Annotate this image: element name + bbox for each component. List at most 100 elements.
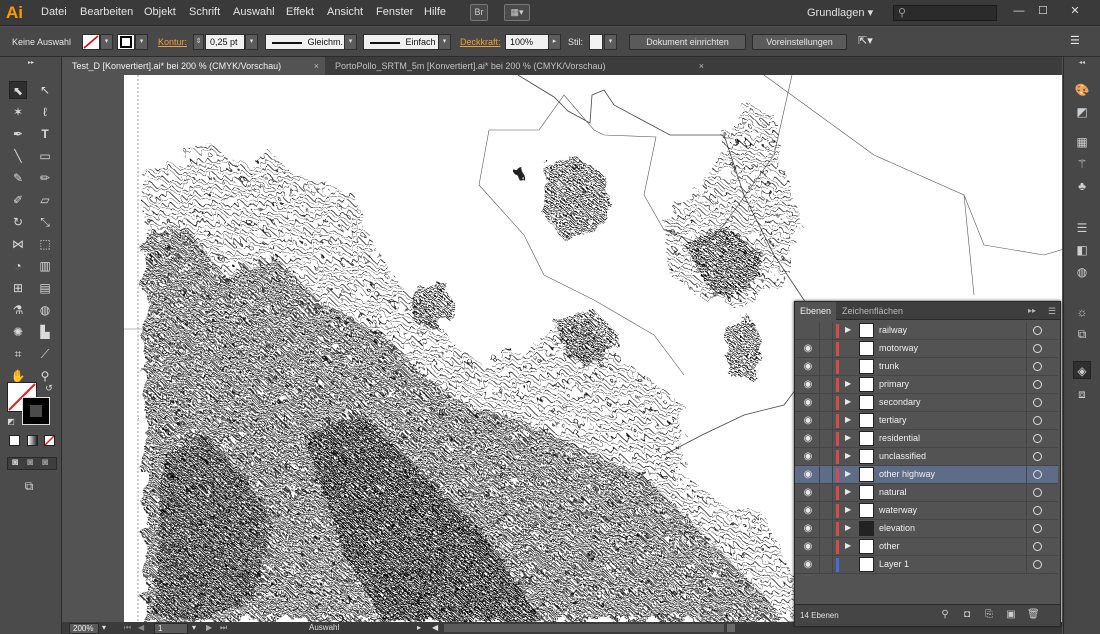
menu-fenster[interactable]: Fenster	[376, 6, 413, 18]
layer-row[interactable]: ◉ ▶ primary	[795, 376, 1058, 394]
swap-colors-icon[interactable]: ↺	[40, 379, 58, 397]
draw-behind-icon[interactable]: ◙	[27, 457, 33, 468]
rectangle-tool-icon[interactable]: ▭	[36, 147, 54, 165]
disclosure-triangle-icon[interactable]: ▶	[845, 379, 851, 388]
lock-toggle[interactable]	[819, 376, 833, 393]
lock-toggle[interactable]	[819, 556, 833, 573]
free-transform-tool-icon[interactable]: ⬚	[36, 235, 54, 253]
disclosure-triangle-icon[interactable]: ▶	[845, 523, 851, 532]
layer-row[interactable]: ▶ railway	[795, 322, 1058, 340]
target-circle-icon[interactable]	[1033, 488, 1042, 497]
scroll-left-icon[interactable]: ◀	[432, 623, 438, 632]
artboards-panel-icon[interactable]: ⧈	[1073, 385, 1091, 403]
opacity-label[interactable]: Deckkraft:	[460, 37, 501, 47]
stroke-panel-icon[interactable]: ☰	[1073, 219, 1091, 237]
lock-toggle[interactable]	[819, 538, 833, 555]
target-circle-icon[interactable]	[1033, 398, 1042, 407]
transparency-panel-icon[interactable]: ◍	[1073, 263, 1091, 281]
first-artboard-icon[interactable]: ⏮	[124, 623, 131, 633]
eye-icon[interactable]: ◉	[802, 451, 814, 463]
disclosure-triangle-icon[interactable]: ▶	[845, 487, 851, 496]
stroke-dropdown[interactable]: ▾	[135, 34, 148, 50]
close-tab-icon[interactable]: ×	[699, 57, 704, 75]
eye-icon[interactable]: ◉	[802, 343, 814, 355]
target-circle-icon[interactable]	[1033, 362, 1042, 371]
menu-bearbeiten[interactable]: Bearbeiten	[80, 6, 133, 18]
width-tool-icon[interactable]: ⋈	[9, 235, 27, 253]
last-artboard-icon[interactable]: ⏭	[220, 623, 227, 633]
bridge-button[interactable]: Br	[470, 4, 488, 21]
layer-row[interactable]: ◉ Layer 1	[795, 556, 1058, 574]
lasso-tool-icon[interactable]: ℓ	[36, 103, 54, 121]
eyedropper-tool-icon[interactable]: ⚗	[9, 301, 27, 319]
artboard-tool-icon[interactable]: ⌗	[9, 345, 27, 363]
zoom-field[interactable]: 200%	[69, 623, 99, 634]
artboard-number-field[interactable]: 1	[154, 623, 188, 634]
delete-layer-icon[interactable]: 🗑	[1027, 609, 1040, 621]
layer-name[interactable]: railway	[879, 325, 907, 335]
column-graph-tool-icon[interactable]: ▙	[36, 323, 54, 341]
lock-toggle[interactable]	[819, 502, 833, 519]
layer-row[interactable]: ◉ ▶ other highway	[795, 466, 1058, 484]
close-button[interactable]: ✕	[1068, 4, 1082, 18]
layer-name[interactable]: Layer 1	[879, 559, 909, 569]
stroke-stepper[interactable]: ⇕	[193, 34, 204, 50]
document-setup-button[interactable]: Dokument einrichten	[629, 34, 746, 50]
maximize-button[interactable]: ☐	[1036, 4, 1050, 18]
target-circle-icon[interactable]	[1033, 506, 1042, 515]
disclosure-triangle-icon[interactable]: ▶	[845, 397, 851, 406]
dock-grip-icon[interactable]: ◂◂	[1073, 59, 1091, 67]
none-mode-icon[interactable]	[44, 435, 55, 446]
tab-portopollo[interactable]: PortoPollo_SRTM_5m [Konvertiert].ai* bei…	[325, 57, 710, 75]
magic-wand-tool-icon[interactable]: ✶	[9, 103, 27, 121]
menu-auswahl[interactable]: Auswahl	[233, 6, 275, 18]
lock-toggle[interactable]	[819, 358, 833, 375]
disclosure-triangle-icon[interactable]: ▶	[845, 541, 851, 550]
layer-row[interactable]: ◉ ▶ unclassified	[795, 448, 1058, 466]
layer-name[interactable]: other highway	[879, 469, 935, 479]
layer-name[interactable]: residential	[879, 433, 920, 443]
disclosure-triangle-icon[interactable]: ▶	[845, 415, 851, 424]
menu-objekt[interactable]: Objekt	[144, 6, 176, 18]
status-mode[interactable]: Auswahl	[309, 623, 339, 632]
screen-mode-icon[interactable]: ⧉	[20, 477, 38, 495]
gradient-mode-icon[interactable]	[27, 435, 38, 446]
layer-row[interactable]: ◉ ▶ other	[795, 538, 1058, 556]
menu-datei[interactable]: Datei	[41, 6, 67, 18]
opacity-dropdown[interactable]: ▸	[548, 34, 561, 50]
pencil-tool-icon[interactable]: ✏	[36, 169, 54, 187]
direct-selection-tool-icon[interactable]: ↖	[36, 81, 54, 99]
status-arrow-icon[interactable]: ▸	[417, 623, 421, 632]
minimize-button[interactable]: —	[1012, 4, 1026, 18]
mesh-tool-icon[interactable]: ⊞	[9, 279, 27, 297]
prev-artboard-icon[interactable]: ◀	[138, 623, 144, 632]
disclosure-triangle-icon[interactable]: ▶	[845, 325, 851, 334]
menu-ansicht[interactable]: Ansicht	[327, 6, 363, 18]
eye-icon[interactable]: ◉	[802, 379, 814, 391]
style-swatch[interactable]	[589, 34, 603, 50]
target-circle-icon[interactable]	[1033, 542, 1042, 551]
graphic-styles-icon[interactable]: ⧉	[1073, 325, 1091, 343]
selection-tool-icon[interactable]: ⬉	[9, 81, 27, 99]
gradient-panel-icon[interactable]: ◧	[1073, 241, 1091, 259]
type-tool-icon[interactable]: T	[36, 125, 54, 143]
eye-icon[interactable]	[802, 325, 814, 337]
lock-toggle[interactable]	[819, 340, 833, 357]
draw-normal-icon[interactable]: ◙	[12, 457, 18, 468]
color-mode-icon[interactable]	[9, 435, 20, 446]
scrollbar-thumb[interactable]	[727, 624, 735, 632]
style-dropdown[interactable]: ▾	[604, 34, 617, 50]
disclosure-triangle-icon[interactable]: ▶	[845, 451, 851, 460]
symbols-panel-icon[interactable]: ♣	[1073, 177, 1091, 195]
artboard-dropdown-icon[interactable]: ▾	[192, 623, 196, 632]
blob-brush-tool-icon[interactable]: ✐	[9, 191, 27, 209]
disclosure-triangle-icon[interactable]: ▶	[845, 433, 851, 442]
transform-icon[interactable]: ⇱▾	[858, 34, 873, 47]
target-circle-icon[interactable]	[1033, 560, 1042, 569]
lock-toggle[interactable]	[819, 484, 833, 501]
layer-row[interactable]: ◉ ▶ natural	[795, 484, 1058, 502]
layer-name[interactable]: secondary	[879, 397, 921, 407]
layer-row[interactable]: ◉ ▶ tertiary	[795, 412, 1058, 430]
line-tool-icon[interactable]: ╲	[9, 147, 27, 165]
rotate-tool-icon[interactable]: ↻	[9, 213, 27, 231]
